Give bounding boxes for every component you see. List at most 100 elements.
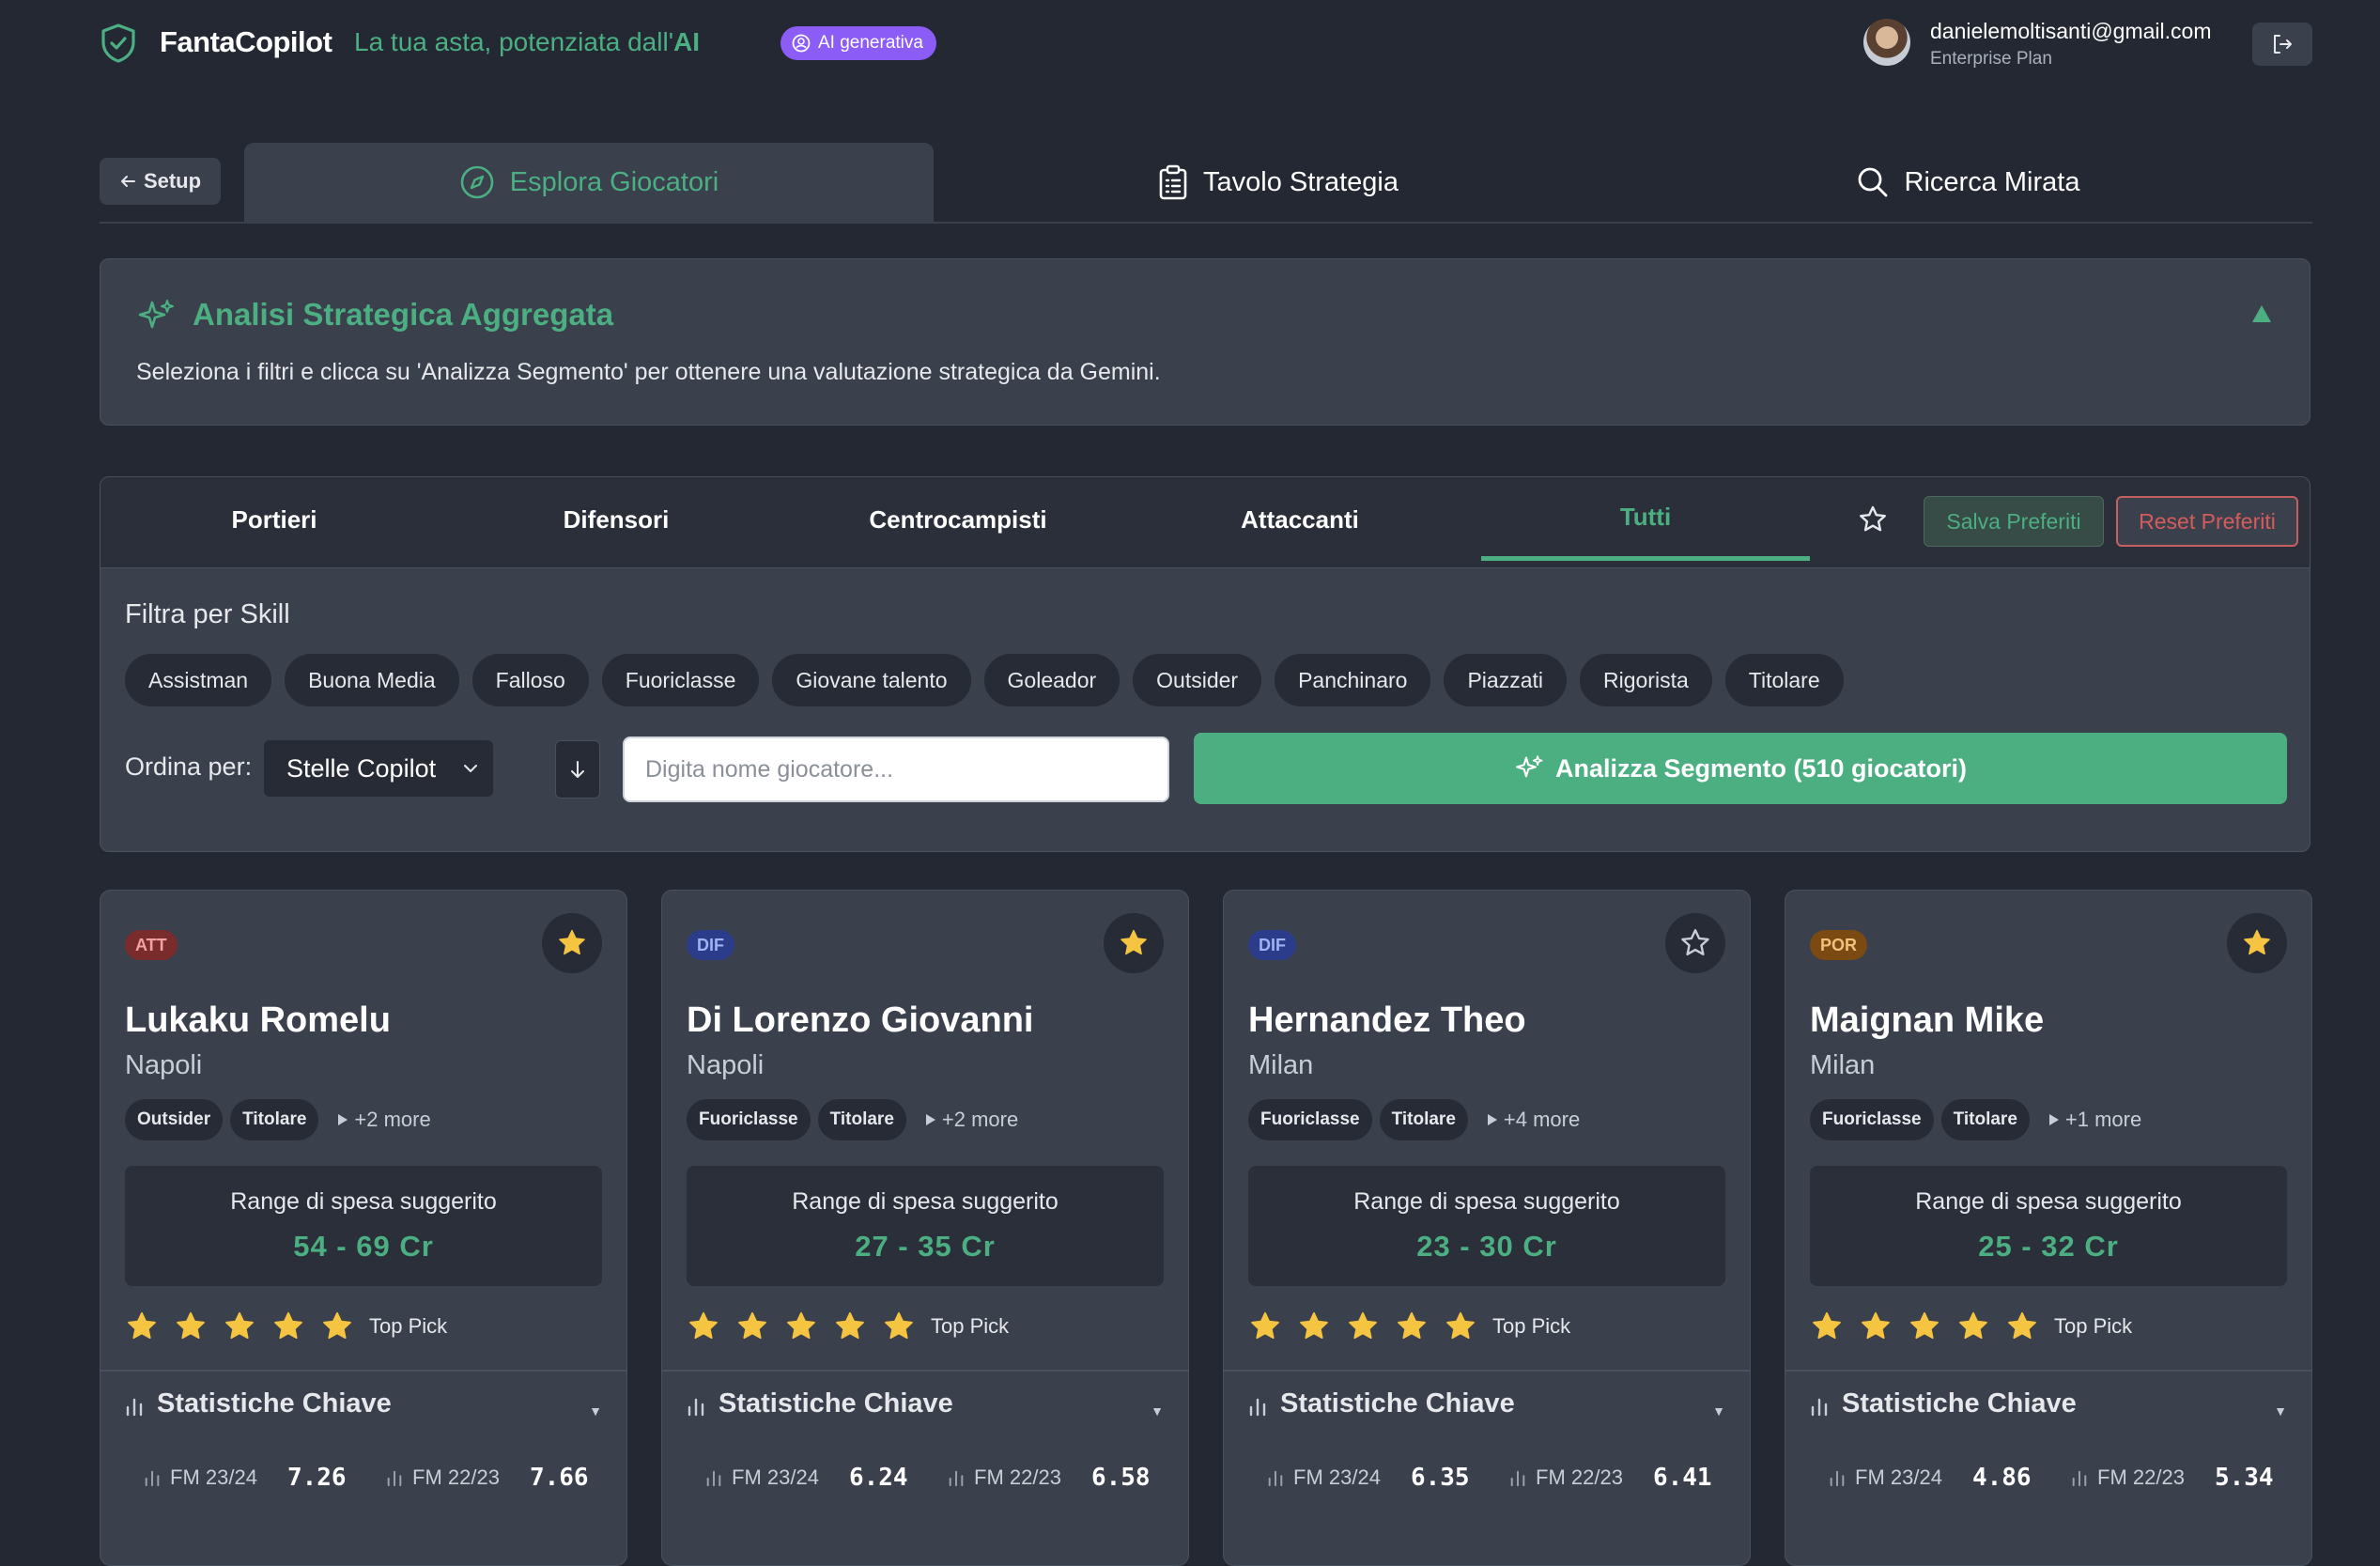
favorite-button[interactable] bbox=[2227, 913, 2287, 973]
stat-item: FM 23/24 6.35 bbox=[1267, 1464, 1470, 1492]
player-card[interactable]: DIF Di Lorenzo Giovanni Napoli Fuoriclas… bbox=[661, 890, 1189, 1566]
role-badge: DIF bbox=[687, 930, 734, 960]
collapse-toggle-icon[interactable] bbox=[2251, 304, 2272, 323]
more-tags-toggle[interactable]: +2 more bbox=[337, 1108, 431, 1132]
skill-chip-falloso[interactable]: Falloso bbox=[471, 654, 589, 706]
role-tab-portieri[interactable]: Portieri bbox=[110, 477, 439, 562]
key-stats-header[interactable]: Statistiche Chiave ▼ bbox=[100, 1370, 626, 1443]
skill-chip-giovane-talento[interactable]: Giovane talento bbox=[772, 654, 971, 706]
user-plan: Enterprise Plan bbox=[1930, 49, 2052, 69]
copilot-rating: Top Pick bbox=[1248, 1310, 1570, 1343]
rating-star-icon bbox=[223, 1310, 256, 1343]
caret-down-icon[interactable]: ▼ bbox=[2274, 1403, 2287, 1419]
shield-check-icon bbox=[100, 23, 137, 64]
price-range-value: 54 - 69 Cr bbox=[293, 1230, 434, 1263]
skill-chip-fuoriclasse[interactable]: Fuoriclasse bbox=[601, 654, 760, 706]
logout-icon bbox=[2270, 32, 2295, 56]
filters-panel: Portieri Difensori Centrocampisti Attacc… bbox=[100, 476, 2310, 852]
stat-item: FM 22/23 6.58 bbox=[948, 1464, 1151, 1492]
skill-tag: Titolare bbox=[230, 1099, 319, 1140]
key-stats-header[interactable]: Statistiche Chiave ▼ bbox=[662, 1370, 1188, 1443]
role-tab-difensori[interactable]: Difensori bbox=[452, 477, 780, 562]
sparkles-icon bbox=[136, 297, 176, 336]
favorites-filter-star-icon[interactable] bbox=[1857, 504, 1889, 535]
role-badge: DIF bbox=[1248, 930, 1296, 960]
reset-favorites-button[interactable]: Reset Preferiti bbox=[2116, 496, 2298, 547]
player-team: Milan bbox=[1248, 1050, 1314, 1080]
key-stats-header[interactable]: Statistiche Chiave ▼ bbox=[1224, 1370, 1750, 1443]
skill-chip-piazzati[interactable]: Piazzati bbox=[1444, 654, 1567, 706]
skill-chip-buona-media[interactable]: Buona Media bbox=[285, 654, 459, 706]
bar-chart-icon bbox=[1267, 1468, 1284, 1487]
stat-label: FM 23/24 bbox=[1855, 1465, 1942, 1489]
skill-chip-outsider[interactable]: Outsider bbox=[1133, 654, 1262, 706]
skill-chip-titolare[interactable]: Titolare bbox=[1724, 654, 1844, 706]
key-stats-header[interactable]: Statistiche Chiave ▼ bbox=[1785, 1370, 2311, 1443]
more-tags-toggle[interactable]: +1 more bbox=[2048, 1108, 2141, 1132]
rating-star-icon bbox=[2005, 1310, 2039, 1343]
sort-direction-button[interactable] bbox=[555, 740, 600, 799]
tab-tavolo-strategia[interactable]: Tavolo Strategia bbox=[934, 143, 1623, 222]
caret-down-icon[interactable]: ▼ bbox=[1712, 1403, 1725, 1419]
caret-down-icon[interactable]: ▼ bbox=[589, 1403, 602, 1419]
skill-chip-panchinaro[interactable]: Panchinaro bbox=[1275, 654, 1431, 706]
caret-down-icon[interactable]: ▼ bbox=[1151, 1403, 1164, 1419]
logout-button[interactable] bbox=[2252, 23, 2312, 66]
role-tab-centrocampisti[interactable]: Centrocampisti bbox=[794, 477, 1122, 562]
rating-star-icon bbox=[1908, 1310, 1941, 1343]
key-stats-title: Statistiche Chiave bbox=[1280, 1388, 1515, 1419]
rating-star-icon bbox=[1956, 1310, 1990, 1343]
sort-label: Ordina per: bbox=[125, 752, 253, 781]
more-tags-toggle[interactable]: +4 more bbox=[1487, 1108, 1580, 1132]
rating-star-icon bbox=[1859, 1310, 1893, 1343]
role-tab-attaccanti[interactable]: Attaccanti bbox=[1136, 477, 1464, 562]
analysis-title: Analisi Strategica Aggregata bbox=[193, 297, 614, 332]
bar-chart-icon bbox=[1829, 1468, 1846, 1487]
skill-chip-assistman[interactable]: Assistman bbox=[125, 654, 272, 706]
save-favorites-button[interactable]: Salva Preferiti bbox=[1924, 496, 2104, 547]
sort-select[interactable]: Stelle Copilot bbox=[264, 740, 493, 797]
ai-badge: AI generativa bbox=[780, 26, 936, 60]
bar-chart-icon bbox=[2071, 1468, 2088, 1487]
copilot-rating: Top Pick bbox=[125, 1310, 447, 1343]
rating-star-icon bbox=[833, 1310, 867, 1343]
ai-person-icon bbox=[792, 34, 811, 53]
caret-right-icon bbox=[1487, 1113, 1498, 1126]
key-stats-title: Statistiche Chiave bbox=[1842, 1388, 2077, 1419]
skill-tag: Titolare bbox=[1379, 1099, 1468, 1140]
skill-chip-goleador[interactable]: Goleador bbox=[983, 654, 1120, 706]
stat-label: FM 23/24 bbox=[732, 1465, 819, 1489]
tab-ricerca-mirata[interactable]: Ricerca Mirata bbox=[1623, 143, 2312, 222]
favorite-button[interactable] bbox=[1665, 913, 1725, 973]
price-range-label: Range di spesa suggerito bbox=[230, 1188, 497, 1215]
player-card[interactable]: ATT Lukaku Romelu Napoli Outsider Titola… bbox=[100, 890, 627, 1566]
rating-star-icon bbox=[1810, 1310, 1844, 1343]
skill-chip-rigorista[interactable]: Rigorista bbox=[1580, 654, 1712, 706]
more-tags-toggle[interactable]: +2 more bbox=[925, 1108, 1018, 1132]
user-avatar[interactable] bbox=[1863, 19, 1910, 66]
analyze-segment-button[interactable]: Analizza Segmento (510 giocatori) bbox=[1194, 733, 2287, 804]
skill-tag: Outsider bbox=[125, 1099, 224, 1140]
bar-chart-icon bbox=[1509, 1468, 1526, 1487]
arrow-left-icon bbox=[119, 174, 136, 189]
favorite-button[interactable] bbox=[1104, 913, 1164, 973]
stat-value: 6.41 bbox=[1652, 1464, 1712, 1492]
rating-star-icon bbox=[1297, 1310, 1331, 1343]
skill-filter-label: Filtra per Skill bbox=[125, 599, 290, 629]
rating-label: Top Pick bbox=[369, 1314, 448, 1338]
price-range-label: Range di spesa suggerito bbox=[792, 1188, 1059, 1215]
bar-chart-icon bbox=[125, 1396, 144, 1417]
setup-button[interactable]: Setup bbox=[100, 158, 221, 205]
role-tab-tutti[interactable]: Tutti bbox=[1481, 477, 1810, 561]
tab-esplora-giocatori[interactable]: Esplora Giocatori bbox=[244, 143, 934, 222]
analysis-panel: Analisi Strategica Aggregata Seleziona i… bbox=[100, 258, 2310, 426]
player-card[interactable]: POR Maignan Mike Milan Fuoriclasse Titol… bbox=[1785, 890, 2312, 1566]
favorite-button[interactable] bbox=[542, 913, 602, 973]
player-card[interactable]: DIF Hernandez Theo Milan Fuoriclasse Tit… bbox=[1223, 890, 1751, 1566]
rating-star-icon bbox=[1395, 1310, 1429, 1343]
rating-star-icon bbox=[1444, 1310, 1477, 1343]
player-search-input[interactable] bbox=[623, 736, 1169, 802]
sparkles-icon bbox=[1514, 753, 1544, 783]
user-email: danielemoltisanti@gmail.com bbox=[1930, 19, 2212, 43]
player-tags: Outsider Titolare +2 more bbox=[125, 1099, 431, 1140]
